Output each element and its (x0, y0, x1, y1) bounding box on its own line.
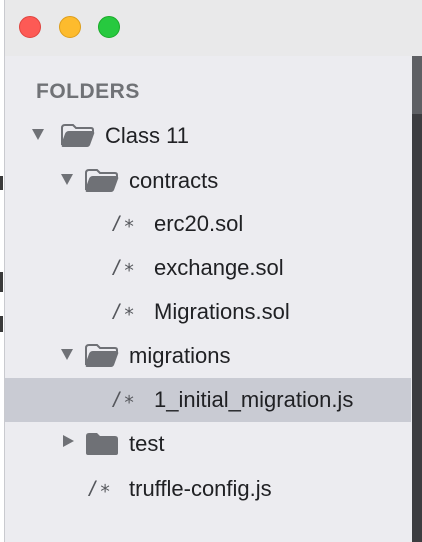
disclosure-right-icon[interactable] (63, 435, 74, 447)
tree-item-class-11[interactable]: Class 11 (5, 114, 411, 158)
comment-file-icon: /∗ (111, 388, 136, 410)
tree-item-truffle-config-js[interactable]: /∗ truffle-config.js (5, 467, 411, 511)
tree-item-label: Class 11 (105, 123, 189, 148)
screen: FOLDERS Class 11 contracts /∗ erc20.sol (0, 0, 422, 542)
comment-file-icon: /∗ (111, 212, 136, 234)
background-artifact (0, 316, 3, 332)
tree-item-erc20-sol[interactable]: /∗ erc20.sol (5, 202, 411, 246)
comment-file-icon: /∗ (87, 477, 112, 499)
tree-item-label: Migrations.sol (154, 299, 290, 324)
editor-pane-edge (412, 56, 422, 542)
disclosure-down-icon[interactable] (61, 174, 73, 185)
folder-open-icon (85, 344, 119, 367)
tree-item-label: erc20.sol (154, 211, 244, 236)
background-artifact (0, 272, 3, 292)
tree-item-contracts[interactable]: contracts (5, 159, 411, 203)
tree-item-exchange-sol[interactable]: /∗ exchange.sol (5, 246, 411, 290)
tree-item-1-initial-migration-js[interactable]: /∗ 1_initial_migration.js (5, 378, 411, 422)
background-artifact (0, 176, 3, 190)
tree-item-label: 1_initial_migration.js (154, 387, 354, 412)
minimize-window-button[interactable] (59, 16, 81, 38)
tree-item-migrations[interactable]: migrations (5, 334, 411, 378)
scrollbar-thumb[interactable] (412, 56, 422, 114)
folder-closed-icon (86, 433, 118, 455)
comment-file-icon: /∗ (111, 256, 136, 278)
folders-section-header: FOLDERS (36, 80, 140, 103)
close-window-button[interactable] (19, 16, 41, 38)
comment-file-icon: /∗ (111, 300, 136, 322)
tree-item-test[interactable]: test (5, 422, 411, 466)
folder-open-icon (85, 169, 119, 192)
tree-item-label: migrations (129, 343, 231, 368)
disclosure-down-icon[interactable] (61, 349, 73, 360)
title-bar[interactable] (5, 0, 422, 56)
folder-open-icon (61, 124, 95, 147)
tree-item-migrations-sol[interactable]: /∗ Migrations.sol (5, 290, 411, 334)
tree-item-label: truffle-config.js (129, 476, 272, 501)
tree-item-label: exchange.sol (154, 255, 284, 280)
tree-item-label: contracts (129, 168, 219, 193)
maximize-window-button[interactable] (98, 16, 120, 38)
disclosure-down-icon[interactable] (32, 129, 44, 140)
editor-window: FOLDERS Class 11 contracts /∗ erc20.sol (4, 0, 422, 542)
tree-item-label: test (129, 431, 165, 456)
